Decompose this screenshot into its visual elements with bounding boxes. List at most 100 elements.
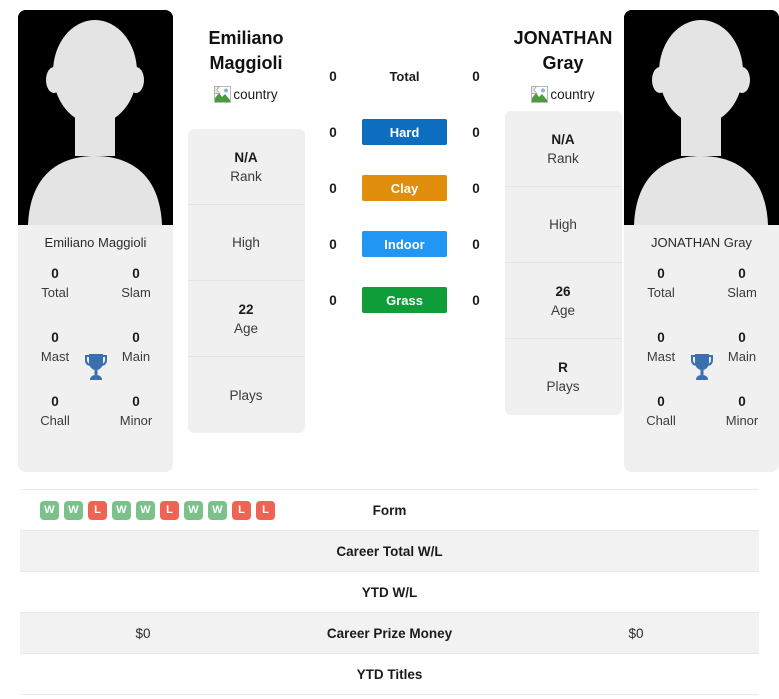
form-badge: W — [112, 500, 131, 520]
country-alt-text: country — [550, 87, 595, 102]
player-comparison-page: Emiliano Maggioli 0 Total 0 Slam 0 Mast — [0, 0, 779, 699]
info-age-label: Age — [233, 320, 259, 336]
career-prize-money-left: $0 — [135, 625, 151, 641]
player-name-line1: Emiliano — [208, 28, 284, 48]
info-rank-label: Rank — [547, 150, 579, 166]
surface-hard-label: Hard — [362, 119, 447, 145]
row-label-ytd-wl: YTD W/L — [361, 584, 418, 600]
player-card-right[interactable]: JONATHAN Gray 0 Total 0 Slam 0 Mast 0 Ma… — [624, 10, 779, 472]
trophy-mast-value: 0 — [657, 330, 665, 345]
trophy-chall-label: Chall — [646, 413, 676, 428]
info-cell-high: High — [504, 187, 622, 263]
country-flag-right: country — [531, 86, 595, 103]
avatar-name: JONATHAN Gray — [624, 225, 779, 262]
trophy-main-value: 0 — [132, 330, 140, 345]
trophy-grid-right: 0 Total 0 Slam 0 Mast 0 Main 0 Chall 0 M… — [624, 262, 779, 472]
row-label-ytd-titles: YTD Titles — [356, 666, 423, 682]
form-badge: L — [160, 500, 179, 520]
comparison-header: Emiliano Maggioli 0 Total 0 Slam 0 Mast — [0, 0, 779, 482]
trophy-row: 0 Total 0 Slam — [18, 264, 173, 328]
trophy-stat-mast: 0 Mast — [32, 328, 78, 366]
surface-row-indoor: 0 Indoor 0 — [307, 230, 502, 258]
player-info-card-left: N/A Rank High 22 Age Plays — [187, 129, 305, 433]
surface-clay-label: Clay — [362, 175, 447, 201]
broken-image-icon — [531, 86, 549, 103]
trophy-minor-label: Minor — [725, 413, 759, 428]
surface-hard-right-value: 0 — [472, 124, 480, 140]
player-name-right: JONATHAN Gray — [502, 26, 624, 76]
trophy-stat-total: 0 Total — [32, 264, 78, 302]
trophy-slam-label: Slam — [121, 285, 151, 300]
trophy-stat-main: 0 Main — [113, 328, 159, 366]
row-label-form: Form — [372, 502, 407, 518]
trophy-stat-chall: 0 Chall — [638, 392, 684, 430]
broken-image-icon — [214, 86, 232, 103]
trophy-slam-value: 0 — [132, 266, 140, 281]
surface-row-total: 0 Total 0 — [307, 62, 502, 90]
surface-grass-left-value: 0 — [329, 292, 337, 308]
trophy-row: 0 Chall 0 Minor — [624, 392, 779, 456]
trophy-chall-value: 0 — [657, 394, 665, 409]
surface-grass-right-value: 0 — [472, 292, 480, 308]
info-rank-value: N/A — [551, 131, 575, 147]
info-cell-age: 26 Age — [504, 263, 622, 339]
row-label-career-total-wl: Career Total W/L — [336, 543, 443, 559]
info-plays-label: Plays — [546, 379, 580, 394]
trophy-mast-label: Mast — [646, 349, 676, 364]
info-high-label: High — [549, 217, 577, 232]
trophy-main-value: 0 — [738, 330, 746, 345]
form-badge: W — [40, 500, 59, 520]
trophy-mast-label: Mast — [40, 349, 70, 364]
trophy-main-label: Main — [727, 349, 757, 364]
info-cell-plays: Plays — [188, 357, 305, 433]
table-row-form: W W L W W L W W L L Form — [20, 490, 759, 531]
trophy-total-label: Total — [41, 285, 69, 300]
row-label-career-prize-money: Career Prize Money — [326, 625, 453, 641]
trophy-chall-label: Chall — [40, 413, 70, 428]
trophy-minor-label: Minor — [119, 413, 153, 428]
surface-total-left-value: 0 — [329, 68, 337, 84]
surface-grass-label: Grass — [362, 287, 447, 313]
avatar-name: Emiliano Maggioli — [18, 225, 173, 262]
player-info-left: Emiliano Maggioli country N/A Rank High … — [185, 0, 307, 433]
trophy-stat-main: 0 Main — [719, 328, 765, 366]
player-info-card-right: N/A Rank High 26 Age R Plays — [504, 111, 622, 415]
player-card-left[interactable]: Emiliano Maggioli 0 Total 0 Slam 0 Mast — [18, 10, 173, 472]
table-row-ytd-titles: YTD Titles — [20, 654, 759, 695]
info-cell-plays: R Plays — [505, 339, 622, 415]
surface-hard-left-value: 0 — [329, 124, 337, 140]
player-name-line2: Gray — [542, 53, 584, 73]
form-badges-left: W W L W W L W W L L — [20, 500, 275, 520]
trophy-row: 0 Total 0 Slam — [624, 264, 779, 328]
surface-row-grass: 0 Grass 0 — [307, 286, 502, 314]
player-name-left: Emiliano Maggioli — [185, 26, 307, 76]
surface-clay-right-value: 0 — [472, 180, 480, 196]
form-badge: W — [64, 500, 83, 520]
trophy-grid-left: 0 Total 0 Slam 0 Mast 0 Main 0 Chall 0 M… — [18, 262, 173, 472]
surface-indoor-left-value: 0 — [329, 236, 337, 252]
surface-comparison: 0 Total 0 0 Hard 0 0 Clay 0 0 Indoor 0 0 — [307, 0, 502, 314]
info-high-label: High — [232, 235, 260, 250]
trophy-stat-slam: 0 Slam — [113, 264, 159, 302]
surface-indoor-right-value: 0 — [472, 236, 480, 252]
surface-clay-left-value: 0 — [329, 180, 337, 196]
trophy-total-label: Total — [647, 285, 675, 300]
info-rank-label: Rank — [230, 168, 262, 184]
form-badge-list: W W L W W L W W L L — [20, 500, 275, 520]
surface-indoor-label: Indoor — [362, 231, 447, 257]
info-age-value: 22 — [238, 301, 254, 317]
form-badge: W — [208, 500, 227, 520]
table-row-career-prize-money: $0 Career Prize Money $0 — [20, 613, 759, 654]
career-prize-money-right: $0 — [628, 625, 644, 641]
trophy-stat-minor: 0 Minor — [113, 392, 159, 430]
info-plays-value: R — [558, 360, 568, 375]
form-badge: L — [232, 500, 251, 520]
surface-total-label: Total — [389, 68, 420, 84]
trophy-stat-slam: 0 Slam — [719, 264, 765, 302]
country-alt-text: country — [233, 87, 278, 102]
info-age-value: 26 — [555, 283, 571, 299]
trophy-stat-minor: 0 Minor — [719, 392, 765, 430]
info-plays-label: Plays — [229, 387, 263, 403]
info-cell-rank: N/A Rank — [187, 129, 305, 205]
form-badge: W — [136, 500, 155, 520]
